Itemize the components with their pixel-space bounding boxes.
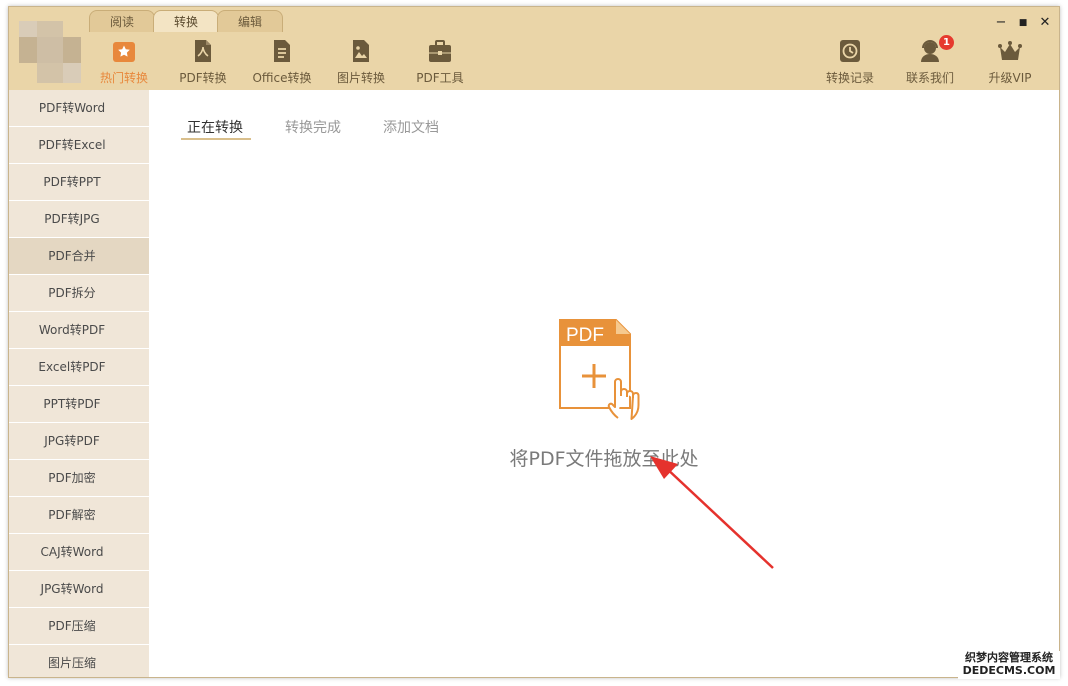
app-window: 阅读 转换 编辑 热门转换 PDF转换 Office转换 图片转换 PDF工具 … xyxy=(8,6,1060,678)
sidebar-item-jpg-to-word[interactable]: JPG转Word xyxy=(9,571,149,608)
header-bar: 阅读 转换 编辑 热门转换 PDF转换 Office转换 图片转换 PDF工具 … xyxy=(9,7,1059,90)
subtab-converting[interactable]: 正在转换 xyxy=(187,117,243,137)
sidebar-item-pdf-compress[interactable]: PDF压缩 xyxy=(9,608,149,645)
sidebar-item-pdf-to-word[interactable]: PDF转Word xyxy=(9,90,149,127)
sidebar-item-image-compress[interactable]: 图片压缩 xyxy=(9,645,149,677)
toolbar-label: PDF转换 xyxy=(179,71,227,85)
sidebar-item-pdf-encrypt[interactable]: PDF加密 xyxy=(9,460,149,497)
image-icon xyxy=(353,40,369,62)
toolbar-office-convert[interactable]: Office转换 xyxy=(243,39,321,89)
toolbar-label: Office转换 xyxy=(252,71,312,85)
toolbar-history[interactable]: 转换记录 xyxy=(811,39,889,89)
toolbar-vip[interactable]: 升级VIP xyxy=(971,39,1049,89)
pdf-icon xyxy=(195,40,211,62)
toolbar-pdf-convert[interactable]: PDF转换 xyxy=(164,39,242,89)
drop-instruction-text: 将PDF文件拖放至此处 xyxy=(509,448,699,470)
pdf-label: PDF xyxy=(566,325,604,346)
tab-convert[interactable]: 转换 xyxy=(153,10,219,32)
sidebar-item-pdf-to-excel[interactable]: PDF转Excel xyxy=(9,127,149,164)
tab-read[interactable]: 阅读 xyxy=(89,10,155,32)
crown-icon xyxy=(998,41,1022,60)
notification-badge: 1 xyxy=(939,35,954,50)
tab-edit[interactable]: 编辑 xyxy=(217,10,283,32)
sidebar: PDF转Word PDF转Excel PDF转PPT PDF转JPG PDF合并… xyxy=(9,90,149,677)
sidebar-item-pdf-to-jpg[interactable]: PDF转JPG xyxy=(9,201,149,238)
subtab-add-document[interactable]: 添加文档 xyxy=(383,117,439,137)
sidebar-item-pdf-split[interactable]: PDF拆分 xyxy=(9,275,149,312)
app-logo xyxy=(19,21,81,83)
star-icon xyxy=(113,42,135,62)
sidebar-item-ppt-to-pdf[interactable]: PPT转PDF xyxy=(9,386,149,423)
toolbar-hot-convert[interactable]: 热门转换 xyxy=(85,39,163,89)
toolbar-image-convert[interactable]: 图片转换 xyxy=(322,39,400,89)
toolbox-icon xyxy=(429,40,451,62)
toolbar-label: 升级VIP xyxy=(988,71,1032,85)
sidebar-item-pdf-to-ppt[interactable]: PDF转PPT xyxy=(9,164,149,201)
toolbar-pdf-tools[interactable]: PDF工具 xyxy=(401,39,479,89)
clock-icon xyxy=(840,40,860,62)
toolbar-label: 联系我们 xyxy=(905,71,954,85)
sidebar-item-word-to-pdf[interactable]: Word转PDF xyxy=(9,312,149,349)
main-panel: 正在转换 转换完成 添加文档 PDF 将PDF文件拖放至此处 xyxy=(149,90,1059,677)
sidebar-item-pdf-decrypt[interactable]: PDF解密 xyxy=(9,497,149,534)
toolbar-label: PDF工具 xyxy=(416,71,464,85)
sidebar-item-caj-to-word[interactable]: CAJ转Word xyxy=(9,534,149,571)
toolbar-contact[interactable]: 1 联系我们 xyxy=(891,35,969,89)
toolbar-label: 转换记录 xyxy=(825,71,874,85)
close-button[interactable]: ✕ xyxy=(1037,15,1053,31)
toolbar-label: 图片转换 xyxy=(336,71,385,85)
watermark: 织梦内容管理系统 DEDECMS.COM xyxy=(958,651,1060,679)
pdf-drop-icon[interactable]: PDF xyxy=(558,318,650,422)
sidebar-item-jpg-to-pdf[interactable]: JPG转PDF xyxy=(9,423,149,460)
active-tab-underline xyxy=(181,138,251,140)
toolbar-label: 热门转换 xyxy=(99,71,148,85)
watermark-line1: 织梦内容管理系统 xyxy=(965,651,1053,664)
sidebar-item-excel-to-pdf[interactable]: Excel转PDF xyxy=(9,349,149,386)
sidebar-item-pdf-merge[interactable]: PDF合并 xyxy=(9,238,149,275)
minimize-button[interactable]: − xyxy=(993,15,1009,31)
watermark-line2: DEDECMS.COM xyxy=(962,664,1056,677)
subtab-completed[interactable]: 转换完成 xyxy=(285,117,341,137)
maximize-button[interactable]: ■ xyxy=(1015,15,1031,31)
document-icon xyxy=(274,40,290,62)
